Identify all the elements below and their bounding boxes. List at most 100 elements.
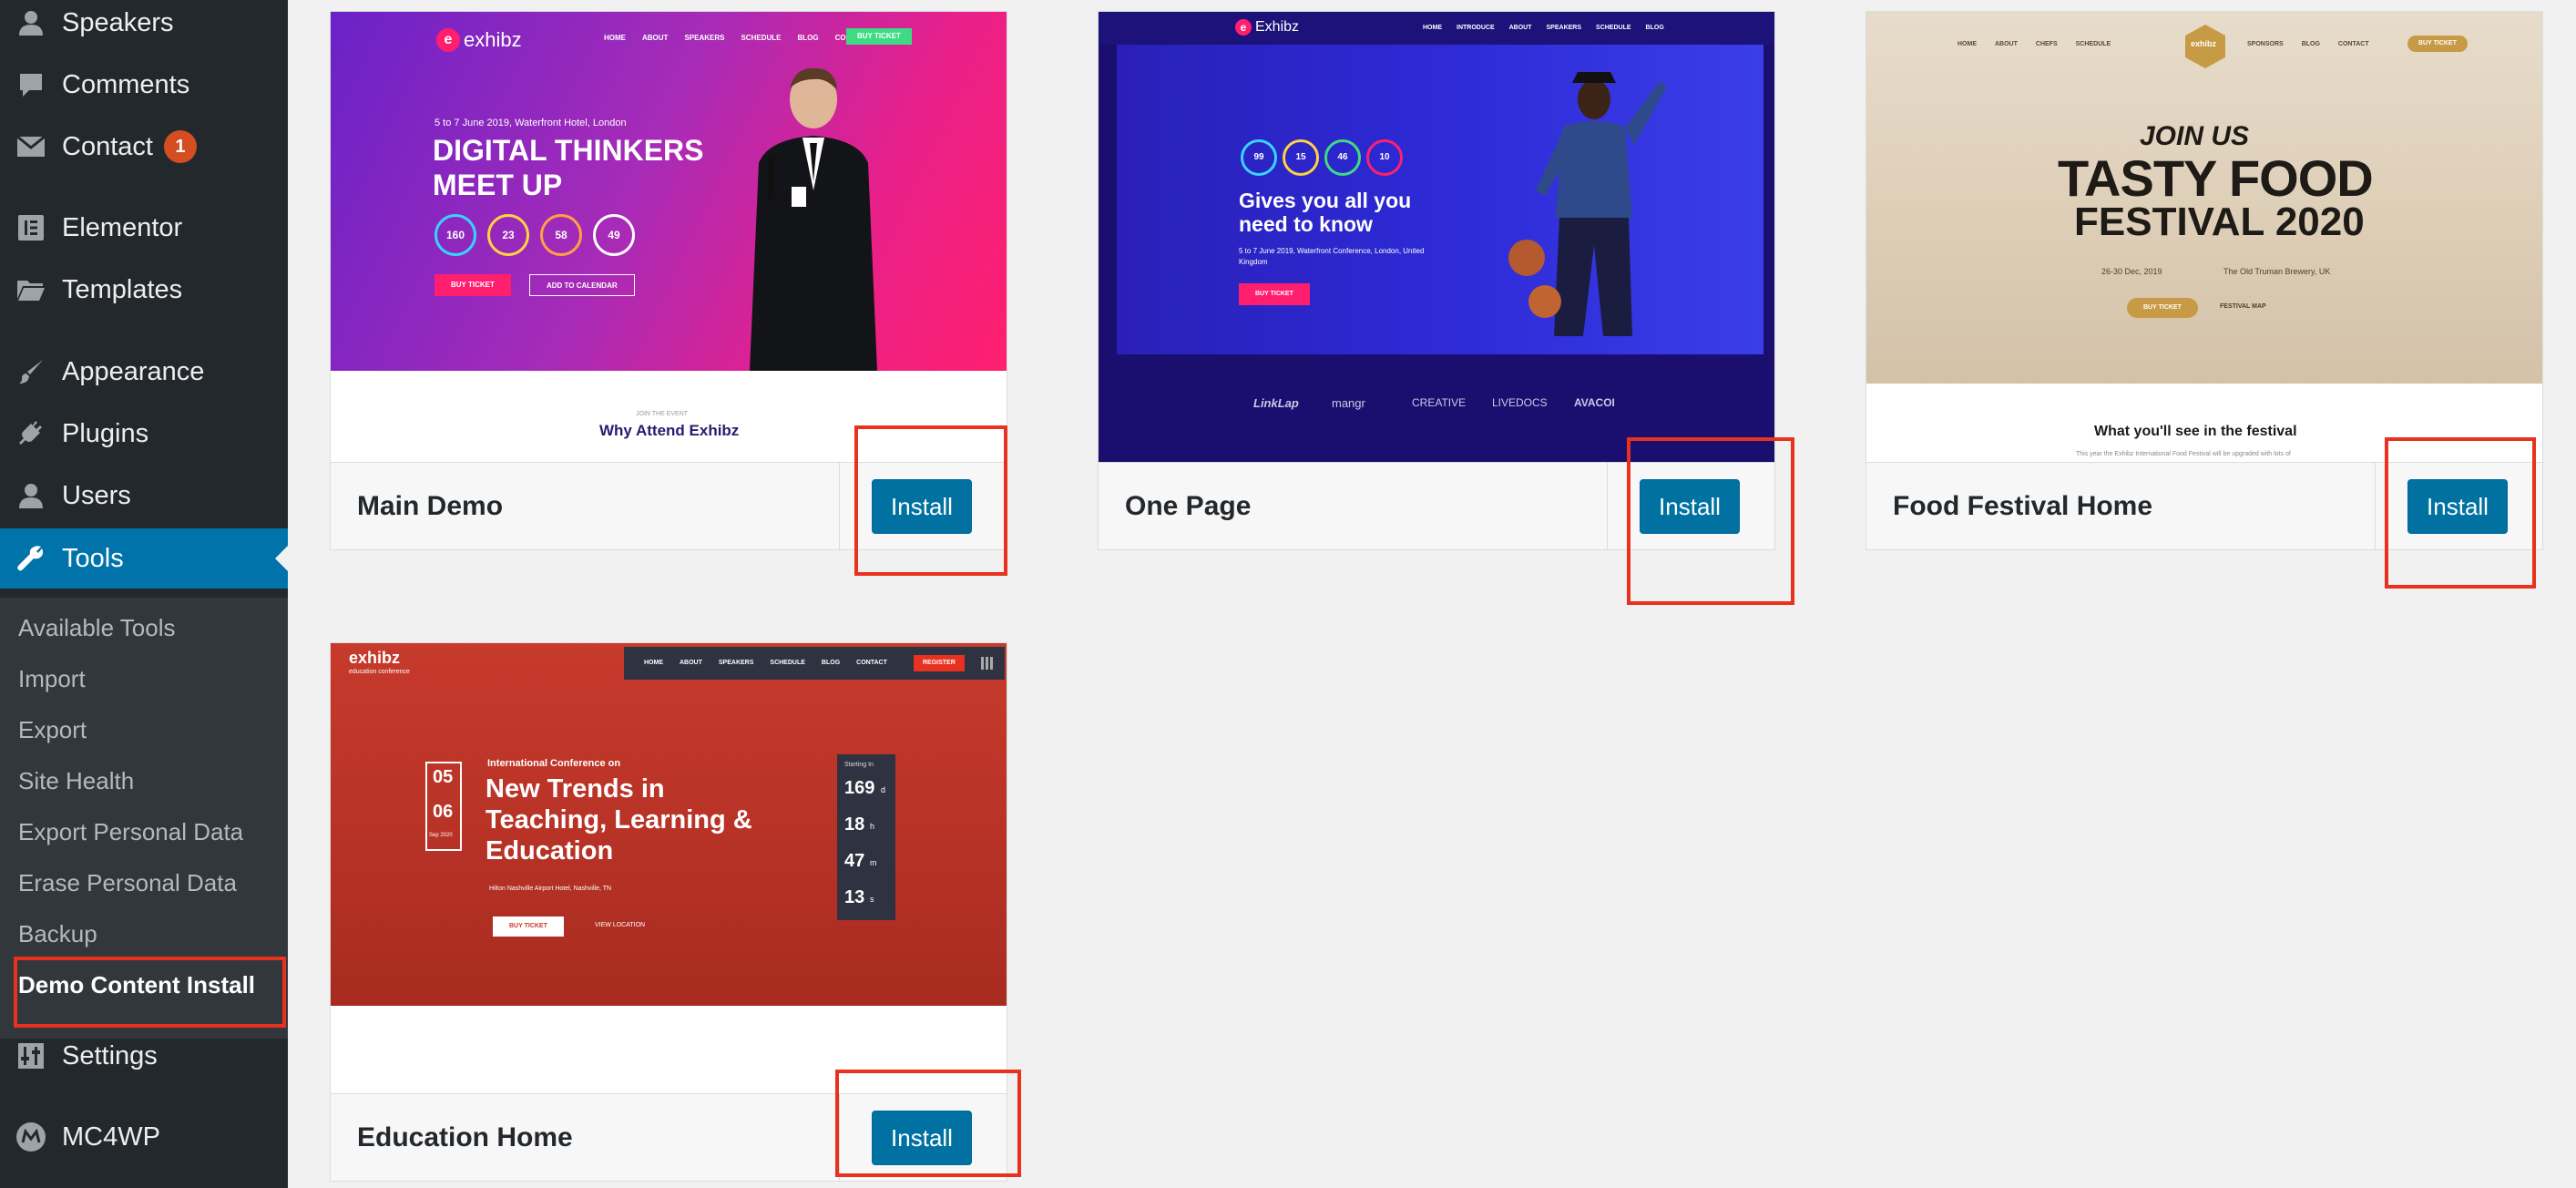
demo-title: Main Demo bbox=[357, 491, 504, 521]
preview-venue: The Old Truman Brewery, UK bbox=[2223, 267, 2331, 276]
wrench-icon bbox=[0, 545, 62, 572]
demo-title: Education Home bbox=[357, 1122, 573, 1152]
submenu-item-export-personal-data[interactable]: Export Personal Data bbox=[18, 809, 282, 855]
install-button[interactable]: Install bbox=[2407, 479, 2508, 534]
sidebar-item-appearance[interactable]: Appearance bbox=[0, 342, 288, 402]
sponsor-logo: CREATIVE bbox=[1412, 396, 1467, 409]
grid-icon bbox=[981, 657, 994, 670]
sidebar-item-contact[interactable]: Contact 1 bbox=[0, 117, 288, 177]
submenu-item-backup[interactable]: Backup bbox=[18, 911, 282, 957]
preview-button: BUY TICKET bbox=[434, 274, 511, 296]
preview-navbar: e Exhibz HOME INTRODUCE ABOUT SPEAKERS S… bbox=[1099, 12, 1774, 45]
preview-nav-item: HOME bbox=[1958, 41, 1977, 47]
demo-preview-image: exhibz education conference HOME ABOUT S… bbox=[331, 643, 1007, 1095]
preview-headline: DIGITAL THINKERS bbox=[433, 134, 704, 167]
comment-icon bbox=[0, 72, 62, 97]
sidebar-item-label: Plugins bbox=[62, 418, 149, 448]
demo-actions: Install bbox=[2375, 463, 2542, 549]
preview-nav: HOME ABOUT SPEAKERS SCHEDULE BLOG CONTAC… bbox=[604, 34, 870, 42]
preview-counter: 10 bbox=[1366, 139, 1403, 176]
preview-headline: Gives you all you bbox=[1239, 189, 1412, 212]
submenu-item-import[interactable]: Import bbox=[18, 656, 282, 702]
sidebar-item-templates[interactable]: Templates bbox=[0, 260, 288, 320]
preview-nav-item: BLOG bbox=[797, 34, 819, 42]
install-button[interactable]: Install bbox=[872, 1111, 972, 1165]
preview-nav: HOME ABOUT SPEAKERS SCHEDULE BLOG CONTAC… bbox=[644, 660, 887, 666]
preview-headline: Education bbox=[486, 836, 614, 865]
preview-date: 26-30 Dec, 2019 bbox=[2101, 267, 2162, 276]
elementor-icon bbox=[0, 215, 62, 241]
preview-navbar: HOME ABOUT SPEAKERS SCHEDULE BLOG CONTAC… bbox=[624, 647, 1005, 680]
preview-nav-item: SPEAKERS bbox=[684, 34, 725, 42]
preview-hero: HOME ABOUT CHEFS SCHEDULE exhibz SPONSOR… bbox=[1866, 12, 2542, 384]
preview-countdown: Starting In 169 d 18 h 47 m 13 s bbox=[837, 754, 895, 920]
submenu-item-erase-personal-data[interactable]: Erase Personal Data bbox=[18, 860, 282, 906]
submenu-item-demo-content-install[interactable]: Demo Content Install bbox=[18, 962, 282, 1008]
preview-nav-item: SPEAKERS bbox=[718, 660, 754, 666]
speaker-illustration bbox=[750, 67, 877, 371]
sponsor-logo: LIVEDOCS bbox=[1492, 396, 1548, 409]
preview-link: VIEW LOCATION bbox=[595, 922, 646, 928]
sidebar-item-mc4wp[interactable]: MC4WP bbox=[0, 1107, 288, 1167]
preview-headline: New Trends in bbox=[486, 774, 665, 804]
preview-nav-item: ABOUT bbox=[642, 34, 669, 42]
preview-counter: 58 bbox=[540, 214, 582, 256]
demo-preview-image: e Exhibz HOME INTRODUCE ABOUT SPEAKERS S… bbox=[1099, 12, 1774, 464]
mc4wp-icon bbox=[0, 1122, 62, 1152]
submenu-item-available-tools[interactable]: Available Tools bbox=[18, 605, 282, 650]
plug-icon bbox=[0, 420, 62, 447]
countdown-value: 169 bbox=[844, 778, 875, 798]
preview-headline: FESTIVAL 2020 bbox=[2074, 200, 2365, 244]
sidebar-item-label: MC4WP bbox=[62, 1121, 160, 1152]
preview-date-top: 05 bbox=[433, 767, 454, 787]
preview-nav-item: HOME bbox=[604, 34, 626, 42]
install-button[interactable]: Install bbox=[1640, 479, 1740, 534]
sponsor-logo: LinkLap bbox=[1253, 396, 1299, 410]
preview-button: BUY TICKET bbox=[2127, 298, 2198, 318]
sidebar-item-label: Templates bbox=[62, 274, 183, 304]
preview-nav-item: HOME bbox=[1423, 25, 1442, 31]
sidebar-item-label: Users bbox=[62, 480, 131, 510]
preview-nav-item: INTRODUCE bbox=[1457, 25, 1495, 31]
sponsor-logo: mangr bbox=[1332, 396, 1365, 410]
demo-title: One Page bbox=[1125, 491, 1252, 521]
sidebar-item-settings[interactable]: Settings bbox=[0, 1026, 288, 1086]
preview-nav: HOME ABOUT CHEFS SCHEDULE bbox=[1958, 41, 2111, 47]
sidebar-item-label: Tools bbox=[62, 543, 124, 573]
preview-hero: e exhibz HOME ABOUT SPEAKERS SCHEDULE BL… bbox=[331, 12, 1007, 371]
sliders-icon bbox=[0, 1043, 62, 1069]
preview-date-line: 5 to 7 June 2019, Waterfront Hotel, Lond… bbox=[434, 118, 627, 128]
demo-card-main-demo: e exhibz HOME ABOUT SPEAKERS SCHEDULE BL… bbox=[330, 11, 1007, 550]
preview-section-sub: This year the Exhibz International Food … bbox=[2076, 451, 2291, 457]
preview-kicker: International Conference on bbox=[487, 758, 621, 769]
sidebar-item-comments[interactable]: Comments bbox=[0, 55, 288, 115]
preview-button: BUY TICKET bbox=[1239, 283, 1310, 305]
preview-headline: MEET UP bbox=[433, 169, 563, 201]
preview-nav: SPONSORS BLOG CONTACT bbox=[2247, 41, 2369, 47]
preview-nav-item: CONTACT bbox=[856, 660, 887, 666]
submenu-item-export[interactable]: Export bbox=[18, 707, 282, 753]
preview-logo: exhibz bbox=[2191, 39, 2217, 48]
sidebar-item-tools[interactable]: Tools bbox=[0, 528, 288, 589]
preview-counter: 23 bbox=[487, 214, 529, 256]
preview-nav-item: BLOG bbox=[821, 660, 841, 666]
preview-logo: exhibz bbox=[349, 649, 401, 667]
demo-card-footer: One Page Install bbox=[1099, 462, 1774, 549]
sidebar-item-plugins[interactable]: Plugins bbox=[0, 404, 288, 464]
notification-badge: 1 bbox=[163, 130, 197, 163]
sidebar-item-speakers[interactable]: Speakers bbox=[0, 0, 288, 53]
preview-cta: REGISTER bbox=[914, 655, 965, 671]
countdown-value: 47 bbox=[844, 851, 865, 871]
sidebar-item-label: Comments bbox=[62, 69, 190, 99]
demo-title: Food Festival Home bbox=[1893, 491, 2153, 521]
preview-section-title: What you'll see in the festival bbox=[2094, 424, 2297, 439]
preview-cta: BUY TICKET bbox=[846, 28, 912, 45]
sidebar-item-elementor[interactable]: Elementor bbox=[0, 198, 288, 258]
submenu-item-site-health[interactable]: Site Health bbox=[18, 758, 282, 804]
paintbrush-icon bbox=[0, 358, 62, 385]
preview-button: ADD TO CALENDAR bbox=[529, 274, 635, 296]
sidebar-item-users[interactable]: Users bbox=[0, 466, 288, 526]
countdown-value: 18 bbox=[844, 814, 865, 835]
install-button[interactable]: Install bbox=[872, 479, 972, 534]
demo-preview-image: HOME ABOUT CHEFS SCHEDULE exhibz SPONSOR… bbox=[1866, 12, 2542, 464]
